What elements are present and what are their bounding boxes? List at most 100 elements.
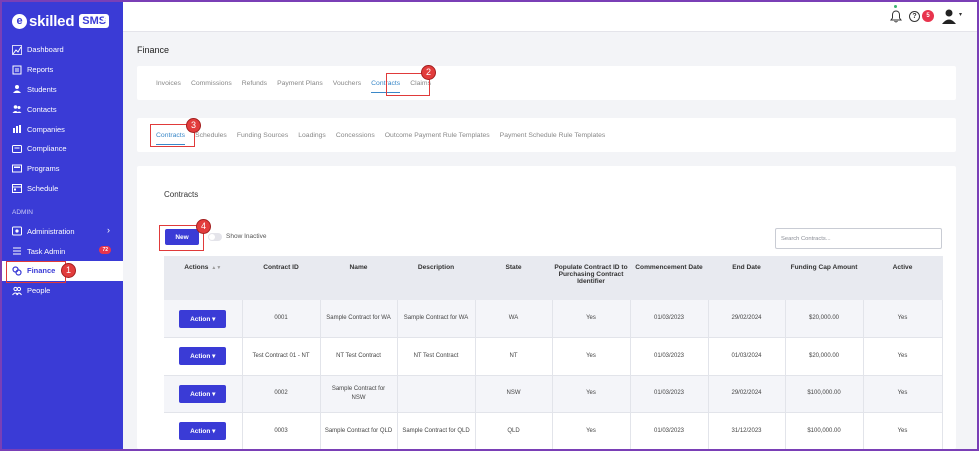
bell-icon[interactable] <box>890 10 902 23</box>
students-icon <box>12 85 22 94</box>
cell-contract-id: Test Contract 01 - NT <box>242 337 321 376</box>
column-header-description[interactable]: Description <box>397 256 476 300</box>
reports-icon <box>12 65 22 75</box>
search-contracts-input[interactable] <box>775 228 942 249</box>
sidebar-item-people[interactable]: People <box>2 281 123 301</box>
sidebar-item-label: Contacts <box>27 104 57 114</box>
sidebar-item-schedule[interactable]: Schedule <box>2 179 123 199</box>
sidebar-item-programs[interactable]: Programs <box>2 159 123 179</box>
cell-active: Yes <box>863 300 943 338</box>
cell-description: Sample Contract for WA <box>397 300 476 338</box>
table-row: Action ▾ 0001 Sample Contract for WA Sam… <box>164 300 943 338</box>
contract-tabs: Contracts Schedules Funding Sources Load… <box>151 118 610 152</box>
subtab-funding-sources[interactable]: Funding Sources <box>232 118 293 152</box>
sidebar-item-label: Task Admin <box>27 246 66 256</box>
sidebar-item-administration[interactable]: Administration › <box>2 221 123 241</box>
logo-name: skilled <box>29 12 75 30</box>
row-action-button[interactable]: Action ▾ <box>179 309 227 328</box>
schedule-icon <box>12 184 22 194</box>
help-icon[interactable]: ? <box>909 11 920 22</box>
page-title: Finance <box>137 45 170 55</box>
cell-end-date: 29/02/2024 <box>708 300 786 338</box>
subtab-payment-schedule-rule-templates[interactable]: Payment Schedule Rule Templates <box>495 118 611 152</box>
column-header-name[interactable]: Name <box>320 256 398 300</box>
task-count-badge: 72 <box>99 246 111 255</box>
sidebar-item-reports[interactable]: Reports <box>2 60 123 80</box>
section-title: Contracts <box>164 190 199 199</box>
cell-end-date: 29/02/2024 <box>708 375 786 413</box>
sidebar-item-label: Reports <box>27 65 54 75</box>
sort-icon: ▲▼ <box>211 265 222 271</box>
cell-name: Sample Contract for NSW <box>320 375 398 413</box>
tab-commissions[interactable]: Commissions <box>186 66 237 100</box>
sidebar-item-task-admin[interactable]: Task Admin 72 <box>2 241 123 261</box>
cell-actions: Action ▾ <box>164 375 243 413</box>
annotation-marker-3: 3 <box>186 118 201 133</box>
header-label: Actions <box>184 264 209 271</box>
column-header-commencement-date[interactable]: Commencement Date <box>630 256 709 300</box>
table-row: Action ▾ Test Contract 01 - NT NT Test C… <box>164 337 943 376</box>
table-header-row: Actions ▲▼ Contract ID Name Description S… <box>164 256 943 300</box>
cell-state: NSW <box>475 375 553 413</box>
cell-contract-id: 0002 <box>242 375 321 413</box>
sidebar-item-label: Students <box>27 84 57 94</box>
collapse-sidebar-icon[interactable]: « <box>102 11 109 26</box>
sidebar-item-contacts[interactable]: Contacts <box>2 99 123 119</box>
sidebar-item-label: Compliance <box>27 144 67 154</box>
cell-actions: Action ▾ <box>164 300 243 338</box>
contract-tabs-card: Contracts Schedules Funding Sources Load… <box>137 118 956 152</box>
tab-vouchers[interactable]: Vouchers <box>328 66 366 100</box>
cell-end-date: 31/12/2023 <box>708 412 786 451</box>
annotation-box-finance <box>6 261 66 283</box>
top-bar: ? 5 ▾ <box>123 2 977 32</box>
contracts-table: Actions ▲▼ Contract ID Name Description S… <box>164 256 943 451</box>
subtab-loadings[interactable]: Loadings <box>293 118 331 152</box>
table-row: Action ▾ 0002 Sample Contract for NSW NS… <box>164 375 943 413</box>
sidebar-item-students[interactable]: Students <box>2 80 123 100</box>
row-action-button[interactable]: Action ▾ <box>179 347 227 366</box>
show-inactive-label: Show Inactive <box>226 233 267 240</box>
cell-commencement-date: 01/03/2023 <box>630 375 709 413</box>
sidebar-item-label: Dashboard <box>27 45 64 55</box>
column-header-active[interactable]: Active <box>863 256 943 300</box>
user-menu-caret-icon[interactable]: ▾ <box>959 11 962 18</box>
annotation-marker-4: 4 <box>196 219 211 234</box>
cell-description <box>397 375 476 413</box>
companies-icon <box>12 125 22 134</box>
cell-end-date: 01/03/2024 <box>708 337 786 376</box>
user-avatar-icon[interactable] <box>941 8 957 24</box>
tab-invoices[interactable]: Invoices <box>151 66 186 100</box>
column-header-contract-id[interactable]: Contract ID <box>242 256 321 300</box>
column-header-state[interactable]: State <box>475 256 553 300</box>
logo[interactable]: e skilled SMS <box>12 10 110 32</box>
row-action-button[interactable]: Action ▾ <box>179 384 227 403</box>
cell-populate: Yes <box>552 375 631 413</box>
cell-populate: Yes <box>552 337 631 376</box>
column-header-end-date[interactable]: End Date <box>708 256 786 300</box>
cell-contract-id: 0003 <box>242 412 321 451</box>
cell-funding-cap: $20,000.00 <box>785 300 864 338</box>
cell-description: Sample Contract for QLD <box>397 412 476 451</box>
tab-refunds[interactable]: Refunds <box>237 66 272 100</box>
sidebar-item-compliance[interactable]: Compliance <box>2 139 123 159</box>
row-action-button[interactable]: Action ▾ <box>179 422 227 441</box>
programs-icon <box>12 164 22 173</box>
sidebar-item-companies[interactable]: Companies <box>2 119 123 139</box>
subtab-outcome-payment-rule-templates[interactable]: Outcome Payment Rule Templates <box>380 118 495 152</box>
subtab-concessions[interactable]: Concessions <box>331 118 380 152</box>
sidebar-item-label: Programs <box>27 164 60 174</box>
tab-payment-plans[interactable]: Payment Plans <box>272 66 328 100</box>
column-header-populate-contract-id[interactable]: Populate Contract ID to Purchasing Contr… <box>552 256 631 300</box>
column-header-funding-cap-amount[interactable]: Funding Cap Amount <box>785 256 864 300</box>
column-header-actions[interactable]: Actions ▲▼ <box>164 256 243 300</box>
notification-count-badge: 5 <box>922 10 934 22</box>
cell-name: Sample Contract for QLD <box>320 412 398 451</box>
notification-dot <box>894 5 897 8</box>
sidebar: e skilled SMS « Dashboard Reports Studen… <box>2 2 123 449</box>
sidebar-item-dashboard[interactable]: Dashboard <box>2 40 123 60</box>
cell-commencement-date: 01/03/2023 <box>630 337 709 376</box>
show-inactive-toggle[interactable] <box>208 233 222 241</box>
cell-name: NT Test Contract <box>320 337 398 376</box>
action-label: Action <box>190 390 211 398</box>
annotation-marker-2: 2 <box>421 65 436 80</box>
